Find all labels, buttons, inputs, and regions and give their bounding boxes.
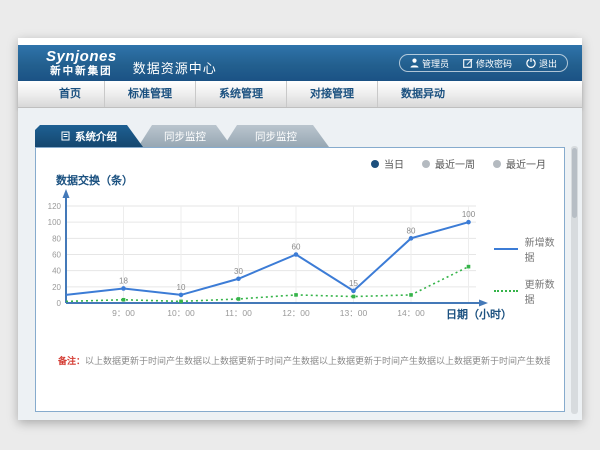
y-tick-label: 100 [48,218,62,227]
change-password-label: 修改密码 [476,57,512,70]
legend-label: 新增数据 [525,234,564,264]
y-tick-label: 0 [57,299,62,308]
data-point [237,297,241,301]
point-value-label: 100 [462,210,476,219]
y-tick-label: 120 [48,202,62,211]
edit-icon [463,58,473,68]
nav-item-home[interactable]: 首页 [36,81,105,107]
data-point [466,220,471,225]
data-point [294,252,299,257]
x-tick-label: 14：00 [397,308,425,318]
legend-item-new-data: 新增数据 [494,234,564,264]
point-value-label: 18 [119,276,128,285]
footnote-prefix: 备注： [58,356,85,366]
tab-label: 同步监控 [255,129,297,144]
user-icon [410,58,419,68]
company-logo: Synjones 新中新集团 [46,49,117,77]
x-tick-label: 9：00 [112,308,135,318]
app-window: Synjones 新中新集团 数据资源中心 管理员 修改密码 退出 首页 标准管… [18,38,582,420]
data-point [409,293,413,297]
data-point [122,298,126,302]
current-user-label: 管理员 [422,57,449,70]
tab-label: 同步监控 [164,129,206,144]
data-point [351,289,356,294]
x-tick-label: 11：00 [225,308,252,318]
x-tick-label: 10：00 [167,308,195,318]
radio-dot [422,160,430,168]
nav-item-data-change[interactable]: 数据异动 [378,81,468,107]
y-tick-label: 80 [52,234,61,243]
document-icon [61,131,70,141]
legend-line-dotted [494,290,518,292]
data-point [236,276,241,281]
chart-svg: 0 20 40 60 80 100 120 9：00 10：00 11：00 12：00 13：00 1… [41,186,501,321]
radio-label: 当日 [384,156,404,171]
current-user-button[interactable]: 管理员 [410,57,449,70]
data-point [409,236,414,241]
nav-item-standard-mgmt[interactable]: 标准管理 [105,81,196,107]
x-axis-arrow [479,300,488,307]
change-password-button[interactable]: 修改密码 [463,57,512,70]
radio-dot [493,160,501,168]
time-range-filters: 当日 最近一周 最近一月 [371,156,546,171]
radio-dot-selected [371,160,379,168]
radio-today[interactable]: 当日 [371,156,404,171]
main-nav: 首页 标准管理 系统管理 对接管理 数据异动 [18,81,582,108]
data-point [179,300,183,304]
footnote: 备注：以上数据更新于时间产生数据以上数据更新于时间产生数据以上数据更新于时间产生… [58,354,550,367]
y-axis-arrow [63,189,70,198]
y-tick-label: 20 [52,283,61,292]
x-tick-label: 12：00 [282,308,310,318]
radio-last-month[interactable]: 最近一月 [493,156,546,171]
y-tick-label: 60 [52,251,61,260]
data-point [467,265,471,269]
nav-item-interface-mgmt[interactable]: 对接管理 [287,81,378,107]
power-icon [526,58,536,68]
point-value-label: 30 [234,267,243,276]
data-point [121,286,126,291]
content-area: 系统介绍 同步监控 同步监控 当日 最近一周 最近一月 [18,108,582,420]
legend-label: 更新数据 [525,276,564,306]
y-tick-label: 40 [52,267,61,276]
logo-text-en: Synjones [46,49,117,64]
nav-item-system-mgmt[interactable]: 系统管理 [196,81,287,107]
point-value-label: 60 [292,243,301,252]
chart-legend: 新增数据 更新数据 [494,234,564,318]
tab-label: 系统介绍 [75,129,117,144]
footnote-text: 以上数据更新于时间产生数据以上数据更新于时间产生数据以上数据更新于时间产生数据以… [85,356,550,366]
page-title: 数据资源中心 [133,58,217,77]
radio-label: 最近一月 [506,156,546,171]
point-value-label: 15 [349,279,358,288]
data-point [179,293,184,298]
x-tick-label: 13：00 [340,308,368,318]
logo-text-cn: 新中新集团 [46,66,117,77]
point-value-label: 10 [177,283,186,292]
point-value-label: 80 [407,226,416,235]
user-actions-pill: 管理员 修改密码 退出 [399,54,568,72]
chart-panel: 当日 最近一周 最近一月 数据交换（条） 日期（小时） 020406080100… [35,147,565,412]
scrollbar-thumb[interactable] [572,148,577,218]
legend-item-update-data: 更新数据 [494,276,564,306]
app-header: Synjones 新中新集团 数据资源中心 管理员 修改密码 退出 [18,45,582,81]
tab-sync-monitor-2[interactable]: 同步监控 [223,125,329,147]
tab-sync-monitor-1[interactable]: 同步监控 [138,125,232,147]
radio-last-week[interactable]: 最近一周 [422,156,475,171]
radio-label: 最近一周 [435,156,475,171]
legend-line-solid [494,248,518,250]
data-point [352,295,356,299]
logout-label: 退出 [539,57,557,70]
data-point [294,293,298,297]
page-top-strip [18,38,582,45]
logout-button[interactable]: 退出 [526,57,557,70]
content-scrollbar[interactable] [571,146,578,414]
tab-system-intro[interactable]: 系统介绍 [35,125,143,147]
